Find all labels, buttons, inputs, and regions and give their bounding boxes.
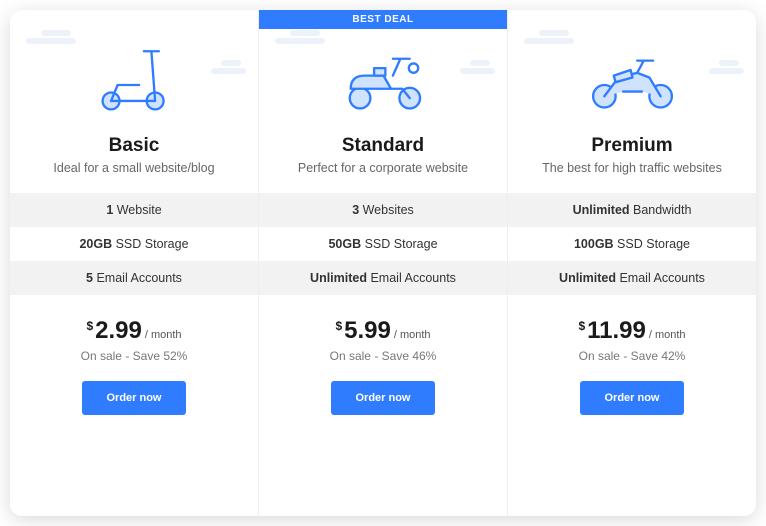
feature-item: Unlimited Bandwidth	[508, 193, 756, 227]
sale-text: On sale - Save 42%	[578, 349, 685, 363]
pricing-table: Basic Ideal for a small website/blog 1 W…	[10, 10, 756, 516]
price-amount: 11.99	[587, 317, 646, 345]
price-period: / month	[145, 329, 182, 341]
currency: $	[578, 319, 585, 333]
plan-icon-area	[259, 10, 507, 135]
feature-item: 3 Websites	[259, 193, 507, 227]
order-button[interactable]: Order now	[331, 381, 434, 415]
cloud-decoration	[460, 68, 495, 74]
feature-list: 3 Websites 50GB SSD Storage Unlimited Em…	[259, 193, 507, 295]
order-button[interactable]: Order now	[82, 381, 185, 415]
price-amount: 5.99	[344, 317, 391, 345]
sale-text: On sale - Save 52%	[81, 349, 188, 363]
motorcycle-icon	[585, 40, 680, 115]
moped-icon	[336, 40, 431, 115]
cloud-decoration	[211, 68, 246, 74]
cloud-decoration	[26, 38, 76, 44]
feature-item: 100GB SSD Storage	[508, 227, 756, 261]
scooter-icon	[87, 40, 182, 115]
price-period: / month	[649, 329, 686, 341]
plan-name: Basic	[109, 135, 160, 157]
currency: $	[335, 319, 342, 333]
order-button[interactable]: Order now	[580, 381, 683, 415]
plan-premium: Premium The best for high traffic websit…	[508, 10, 756, 516]
feature-item: Unlimited Email Accounts	[259, 261, 507, 295]
plan-name: Premium	[591, 135, 672, 157]
currency: $	[86, 319, 93, 333]
plan-basic: Basic Ideal for a small website/blog 1 W…	[10, 10, 259, 516]
plan-description: Perfect for a corporate website	[288, 161, 478, 175]
feature-item: 5 Email Accounts	[10, 261, 258, 295]
plan-name: Standard	[342, 135, 424, 157]
price-block: $ 11.99 / month On sale - Save 42%	[578, 317, 685, 363]
price-block: $ 2.99 / month On sale - Save 52%	[81, 317, 188, 363]
price-amount: 2.99	[95, 317, 142, 345]
plan-description: Ideal for a small website/blog	[43, 161, 224, 175]
feature-item: Unlimited Email Accounts	[508, 261, 756, 295]
cloud-decoration	[709, 68, 744, 74]
feature-list: 1 Website 20GB SSD Storage 5 Email Accou…	[10, 193, 258, 295]
feature-item: 20GB SSD Storage	[10, 227, 258, 261]
feature-item: 50GB SSD Storage	[259, 227, 507, 261]
price-period: / month	[394, 329, 431, 341]
cloud-decoration	[524, 38, 574, 44]
plan-icon-area	[10, 10, 258, 135]
cloud-decoration	[275, 38, 325, 44]
feature-list: Unlimited Bandwidth 100GB SSD Storage Un…	[508, 193, 756, 295]
plan-description: The best for high traffic websites	[532, 161, 732, 175]
plan-icon-area	[508, 10, 756, 135]
plan-standard: BEST DEAL Standard Perfect for a corpora…	[259, 10, 508, 516]
sale-text: On sale - Save 46%	[330, 349, 437, 363]
feature-item: 1 Website	[10, 193, 258, 227]
price-block: $ 5.99 / month On sale - Save 46%	[330, 317, 437, 363]
